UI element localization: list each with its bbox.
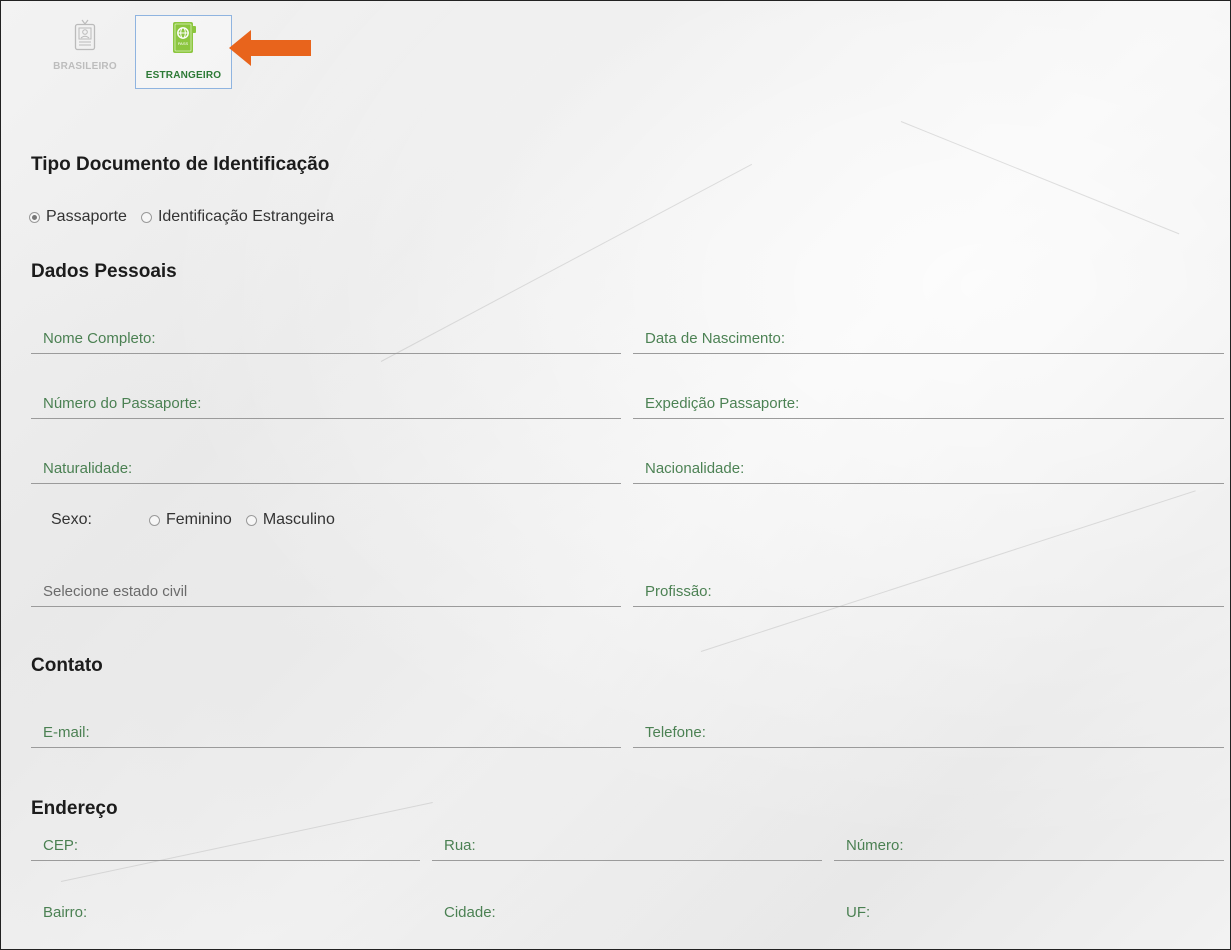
telefone-input[interactable]	[633, 724, 1230, 741]
section-title-endereco: Endereço	[31, 798, 118, 819]
radio-button[interactable]	[149, 514, 160, 526]
rua-input[interactable]	[432, 837, 834, 854]
rua-field	[432, 821, 834, 861]
radio-label: Identificação Estrangeira	[157, 208, 335, 225]
cidade-field	[432, 887, 834, 927]
tab-label: BRASILEIRO	[53, 61, 117, 72]
passport-icon: PASS	[172, 22, 196, 53]
email-field	[31, 708, 633, 748]
form-page: BRASILEIRO PASS ESTRANGEIRO Tipo Documen…	[0, 0, 1231, 950]
numero-field	[834, 821, 1230, 861]
radio-button[interactable]	[140, 211, 152, 223]
estado-civil-input[interactable]	[31, 583, 633, 600]
nacionalidade-field	[633, 444, 1230, 484]
sexo-radio-group: Feminino Masculino	[149, 511, 349, 529]
radio-feminino[interactable]: Feminino	[149, 511, 232, 529]
estado-civil-select	[31, 567, 633, 607]
left-arrow-icon	[229, 30, 311, 66]
section-title-tipo-documento: Tipo Documento de Identificação	[31, 154, 330, 175]
nacionalidade-input[interactable]	[633, 460, 1230, 477]
section-title-contato: Contato	[31, 655, 103, 676]
cep-input[interactable]	[31, 837, 432, 854]
radio-passaporte[interactable]: Passaporte	[29, 208, 127, 226]
profissao-field	[633, 567, 1230, 607]
radio-identificacao-estrangeira[interactable]: Identificação Estrangeira	[140, 208, 335, 226]
tab-label: ESTRANGEIRO	[145, 70, 222, 81]
numero-passaporte-input[interactable]	[31, 395, 633, 412]
radio-label: Passaporte	[46, 208, 127, 225]
profissao-input[interactable]	[633, 583, 1230, 600]
uf-field	[834, 887, 1230, 927]
uf-input[interactable]	[834, 904, 1230, 921]
radio-masculino[interactable]: Masculino	[245, 511, 335, 529]
tab-estrangeiro[interactable]: PASS ESTRANGEIRO	[135, 15, 232, 89]
nome-completo-input[interactable]	[31, 330, 633, 347]
bairro-input[interactable]	[31, 904, 432, 921]
nationality-tabs: BRASILEIRO PASS ESTRANGEIRO	[41, 15, 232, 89]
radio-button[interactable]	[245, 514, 257, 526]
nome-completo-field	[31, 314, 633, 354]
marble-vein	[900, 121, 1180, 235]
naturalidade-field	[31, 444, 633, 484]
id-card-icon	[74, 19, 96, 51]
numero-input[interactable]	[834, 837, 1230, 854]
numero-passaporte-field	[31, 379, 633, 419]
email-input[interactable]	[31, 724, 633, 741]
document-type-radio-group: Passaporte Identificação Estrangeira	[29, 208, 348, 226]
cidade-input[interactable]	[432, 904, 834, 921]
radio-button-selected[interactable]	[29, 211, 40, 223]
passport-icon-text: PASS	[177, 41, 188, 46]
cep-field	[31, 821, 432, 861]
radio-label: Masculino	[262, 511, 335, 528]
telefone-field	[633, 708, 1230, 748]
bairro-field	[31, 887, 432, 927]
radio-label: Feminino	[166, 511, 232, 528]
section-title-dados-pessoais: Dados Pessoais	[31, 261, 177, 282]
expedicao-passaporte-field	[633, 379, 1230, 419]
data-nascimento-input[interactable]	[633, 330, 1230, 347]
expedicao-passaporte-input[interactable]	[633, 395, 1230, 412]
sexo-label: Sexo:	[51, 511, 92, 528]
naturalidade-input[interactable]	[31, 460, 633, 477]
tab-brasileiro[interactable]: BRASILEIRO	[41, 15, 129, 89]
data-nascimento-field	[633, 314, 1230, 354]
